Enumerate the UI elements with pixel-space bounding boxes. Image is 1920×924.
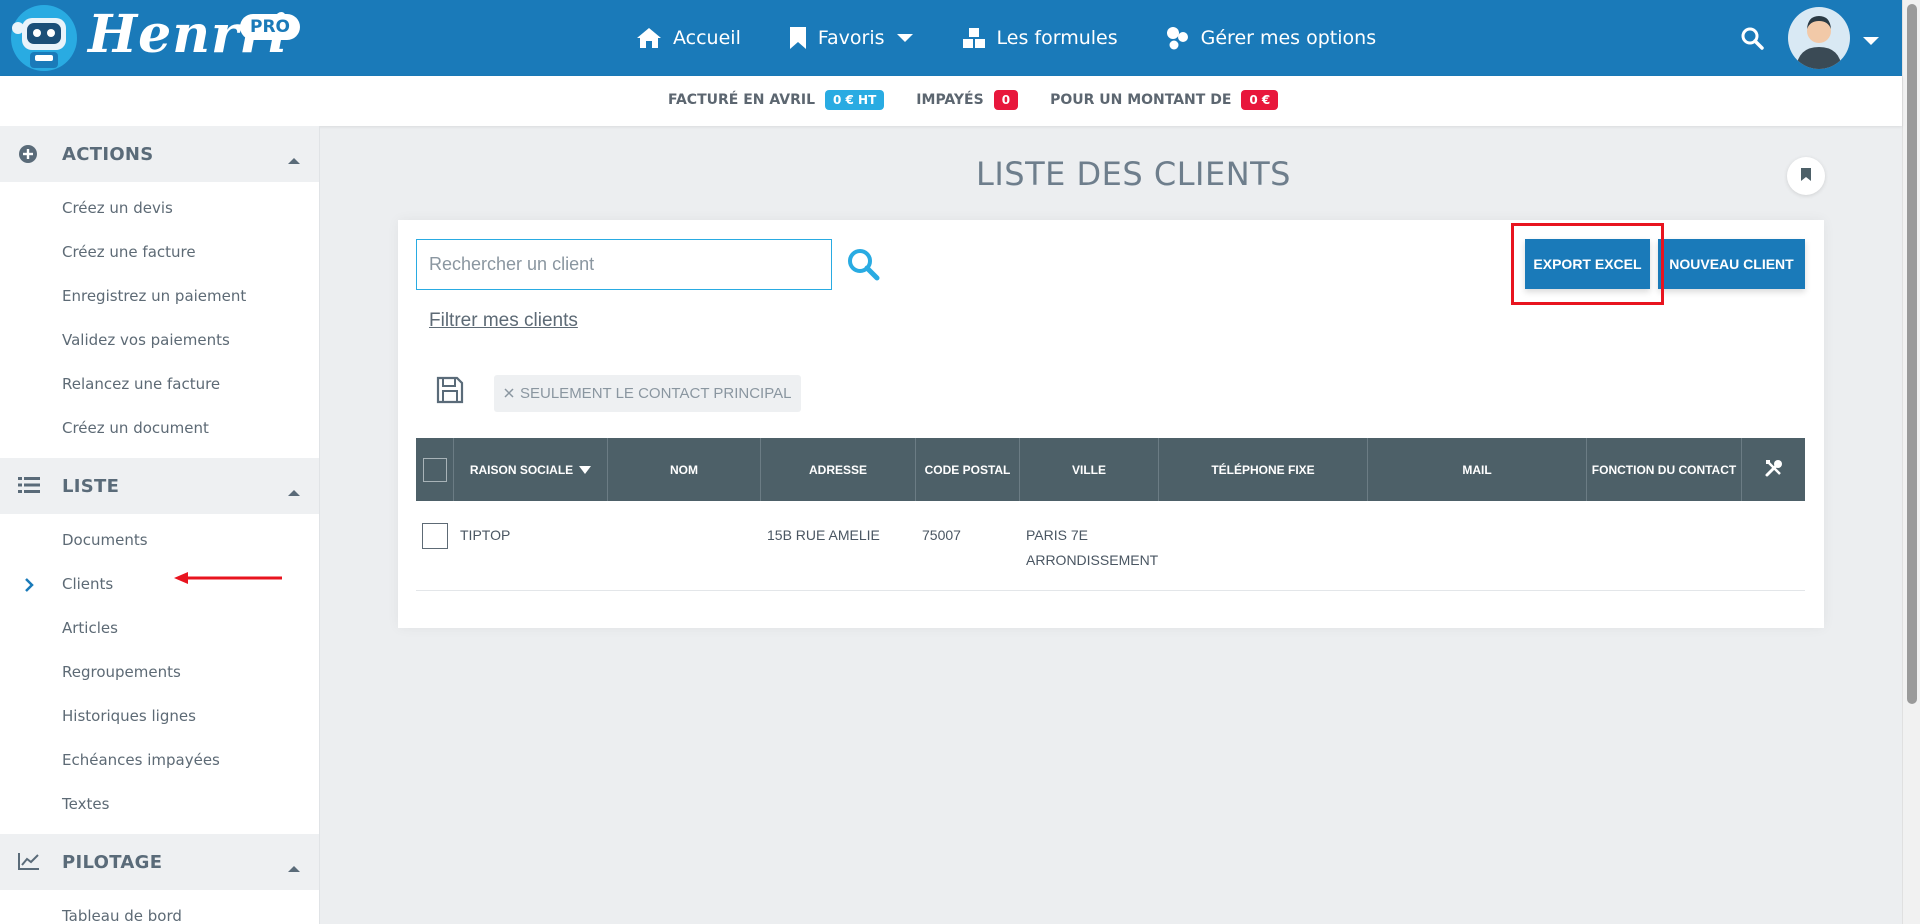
cell-code-postal: 75007 <box>922 527 961 543</box>
sidebar-item-tableau-de-bord[interactable]: Tableau de bord <box>0 894 319 924</box>
close-icon[interactable] <box>504 385 514 402</box>
table-header-row: RAISON SOCIALE NOM ADRESSE CODE POSTAL V… <box>416 438 1805 501</box>
sidebar-item-creez-un-devis[interactable]: Créez un devis <box>0 186 319 230</box>
filter-chip[interactable]: SEULEMENT LE CONTACT PRINCIPAL <box>494 375 802 412</box>
column-raison-sociale[interactable]: RAISON SOCIALE <box>454 438 608 501</box>
sidebar-item-creez-un-document[interactable]: Créez un document <box>0 406 319 450</box>
sort-desc-icon <box>579 463 592 477</box>
amount-label: POUR UN MONTANT DE <box>1050 92 1232 108</box>
sidebar-section-liste[interactable]: LISTE <box>0 458 319 514</box>
select-all-cell <box>416 438 454 501</box>
table-row[interactable]: TIPTOP 15B RUE AMELIE 75007 PARIS 7E ARR… <box>416 501 1805 591</box>
options-icon <box>1166 26 1190 50</box>
clients-card: Filtrer mes clients EXPORT EXCEL NOUVEAU… <box>398 220 1824 628</box>
cell-telephone-fixe <box>1159 501 1368 590</box>
search-icon[interactable] <box>846 247 880 285</box>
sidebar: ACTIONS Créez un devis Créez une facture… <box>0 126 320 924</box>
plus-circle-icon <box>18 144 38 168</box>
sidebar-item-validez-vos-paiements[interactable]: Validez vos paiements <box>0 318 319 362</box>
sidebar-item-textes[interactable]: Textes <box>0 782 319 826</box>
page-title: LISTE DES CLIENTS <box>976 155 1291 193</box>
cell-mail <box>1368 501 1587 590</box>
nav-favoris[interactable]: Favoris <box>789 26 914 50</box>
nav-accueil[interactable]: Accueil <box>636 27 741 49</box>
column-header-label: RAISON SOCIALE <box>469 462 574 477</box>
amount-badge: 0 € <box>1241 90 1279 110</box>
row-checkbox[interactable] <box>422 523 448 549</box>
page-scrollbar[interactable] <box>1902 0 1920 924</box>
chevron-up-icon[interactable] <box>287 858 301 877</box>
client-search-input[interactable] <box>416 239 832 290</box>
filter-chip-label: SEULEMENT LE CONTACT PRINCIPAL <box>520 385 792 402</box>
sidebar-item-relancez-une-facture[interactable]: Relancez une facture <box>0 362 319 406</box>
account-menu-chevron-icon[interactable] <box>1862 32 1880 51</box>
column-telephone-fixe[interactable]: TÉLÉPHONE FIXE <box>1159 438 1368 501</box>
sidebar-item-echeances-impayees[interactable]: Echéances impayées <box>0 738 319 782</box>
clients-table: RAISON SOCIALE NOM ADRESSE CODE POSTAL V… <box>416 438 1805 591</box>
cell-adresse: 15B RUE AMELIE <box>767 527 880 543</box>
sidebar-item-creez-une-facture[interactable]: Créez une facture <box>0 230 319 274</box>
bookmark-page-button[interactable] <box>1787 157 1825 195</box>
sidebar-section-title: LISTE <box>62 475 120 497</box>
column-adresse[interactable]: ADRESSE <box>761 438 916 501</box>
filter-clients-link[interactable]: Filtrer mes clients <box>429 310 578 332</box>
scrollbar-thumb[interactable] <box>1907 4 1917 704</box>
sidebar-item-enregistrez-un-paiement[interactable]: Enregistrez un paiement <box>0 274 319 318</box>
save-filter-icon[interactable] <box>436 376 464 408</box>
select-all-checkbox[interactable] <box>422 457 447 482</box>
chevron-down-icon <box>896 32 914 44</box>
chevron-right-icon <box>24 562 34 606</box>
sidebar-item-documents[interactable]: Documents <box>0 518 319 562</box>
bookmark-icon <box>1800 167 1812 186</box>
sidebar-section-title: PILOTAGE <box>62 851 163 873</box>
column-settings[interactable] <box>1742 438 1805 501</box>
chart-line-icon <box>18 852 40 874</box>
sidebar-item-articles[interactable]: Articles <box>0 606 319 650</box>
stats-bar: FACTURÉ EN AVRIL 0 € HT IMPAYÉS 0 POUR U… <box>0 76 1902 126</box>
nav-formules-label: Les formules <box>996 27 1118 49</box>
nav-favoris-label: Favoris <box>817 27 885 49</box>
chevron-up-icon[interactable] <box>287 482 301 501</box>
annotation-arrow <box>172 570 284 590</box>
sidebar-section-actions[interactable]: ACTIONS <box>0 126 319 182</box>
sidebar-section-title: ACTIONS <box>62 143 154 165</box>
cell-nom <box>608 501 761 590</box>
cell-fonction <box>1587 501 1742 590</box>
nav-options[interactable]: Gérer mes options <box>1166 26 1376 50</box>
pro-badge: PRO <box>240 14 301 40</box>
invoiced-label: FACTURÉ EN AVRIL <box>668 92 815 108</box>
bookmark-icon <box>789 26 807 50</box>
user-avatar[interactable] <box>1788 7 1850 69</box>
column-nom[interactable]: NOM <box>608 438 761 501</box>
henrri-robot-logo[interactable] <box>8 2 80 74</box>
row-select-cell <box>416 501 454 590</box>
nav-accueil-label: Accueil <box>673 27 741 49</box>
cell-ville: PARIS 7E ARRONDISSEMENT <box>1026 527 1159 568</box>
chevron-up-icon[interactable] <box>287 150 301 169</box>
cell-actions <box>1742 501 1805 590</box>
cubes-icon <box>962 27 986 49</box>
column-fonction-du-contact[interactable]: FONCTION DU CONTACT <box>1587 438 1742 501</box>
nav-options-label: Gérer mes options <box>1200 27 1377 49</box>
column-mail[interactable]: MAIL <box>1368 438 1587 501</box>
column-code-postal[interactable]: CODE POSTAL <box>916 438 1020 501</box>
main-nav: Accueil Favoris Les formules Gérer mes o… <box>636 0 1376 76</box>
sidebar-item-regroupements[interactable]: Regroupements <box>0 650 319 694</box>
sidebar-item-label: Clients <box>62 575 114 593</box>
top-navbar: Henrri PRO Accueil Favoris Les formules <box>0 0 1902 76</box>
nav-formules[interactable]: Les formules <box>962 27 1118 49</box>
export-excel-button[interactable]: EXPORT EXCEL <box>1525 239 1650 289</box>
unpaid-label: IMPAYÉS <box>916 92 984 108</box>
new-client-button[interactable]: NOUVEAU CLIENT <box>1658 239 1805 289</box>
header-search-icon[interactable] <box>1740 26 1764 54</box>
sidebar-section-pilotage[interactable]: PILOTAGE <box>0 834 319 890</box>
invoiced-badge: 0 € HT <box>825 90 885 110</box>
column-ville[interactable]: VILLE <box>1020 438 1159 501</box>
unpaid-badge: 0 <box>993 90 1019 110</box>
home-icon <box>636 27 662 49</box>
tools-icon <box>1764 458 1784 481</box>
cell-raison-sociale[interactable]: TIPTOP <box>454 501 608 590</box>
list-icon <box>18 476 40 498</box>
sidebar-item-historiques-lignes[interactable]: Historiques lignes <box>0 694 319 738</box>
